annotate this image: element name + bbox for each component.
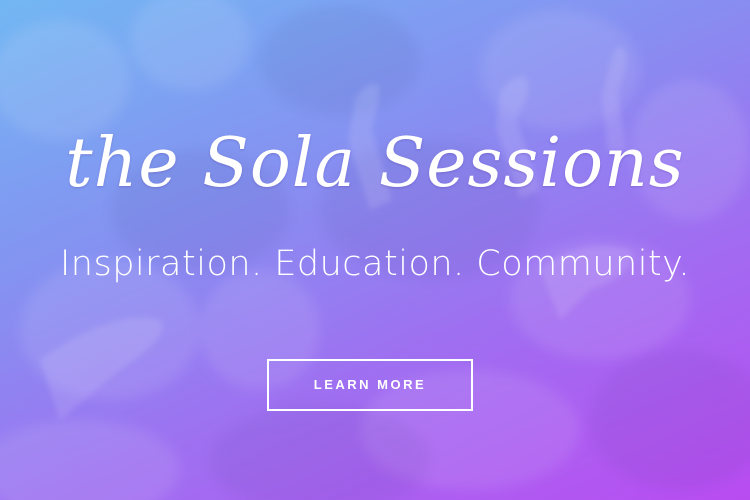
learn-more-button[interactable]: LEARN MORE xyxy=(267,359,473,411)
hero-title: the Sola Sessions xyxy=(65,124,685,203)
hero-tagline: Inspiration. Education. Community. xyxy=(59,244,690,284)
hero-banner: the Sola Sessions Inspiration. Education… xyxy=(0,0,750,500)
hero-content: the Sola Sessions Inspiration. Education… xyxy=(0,0,750,500)
